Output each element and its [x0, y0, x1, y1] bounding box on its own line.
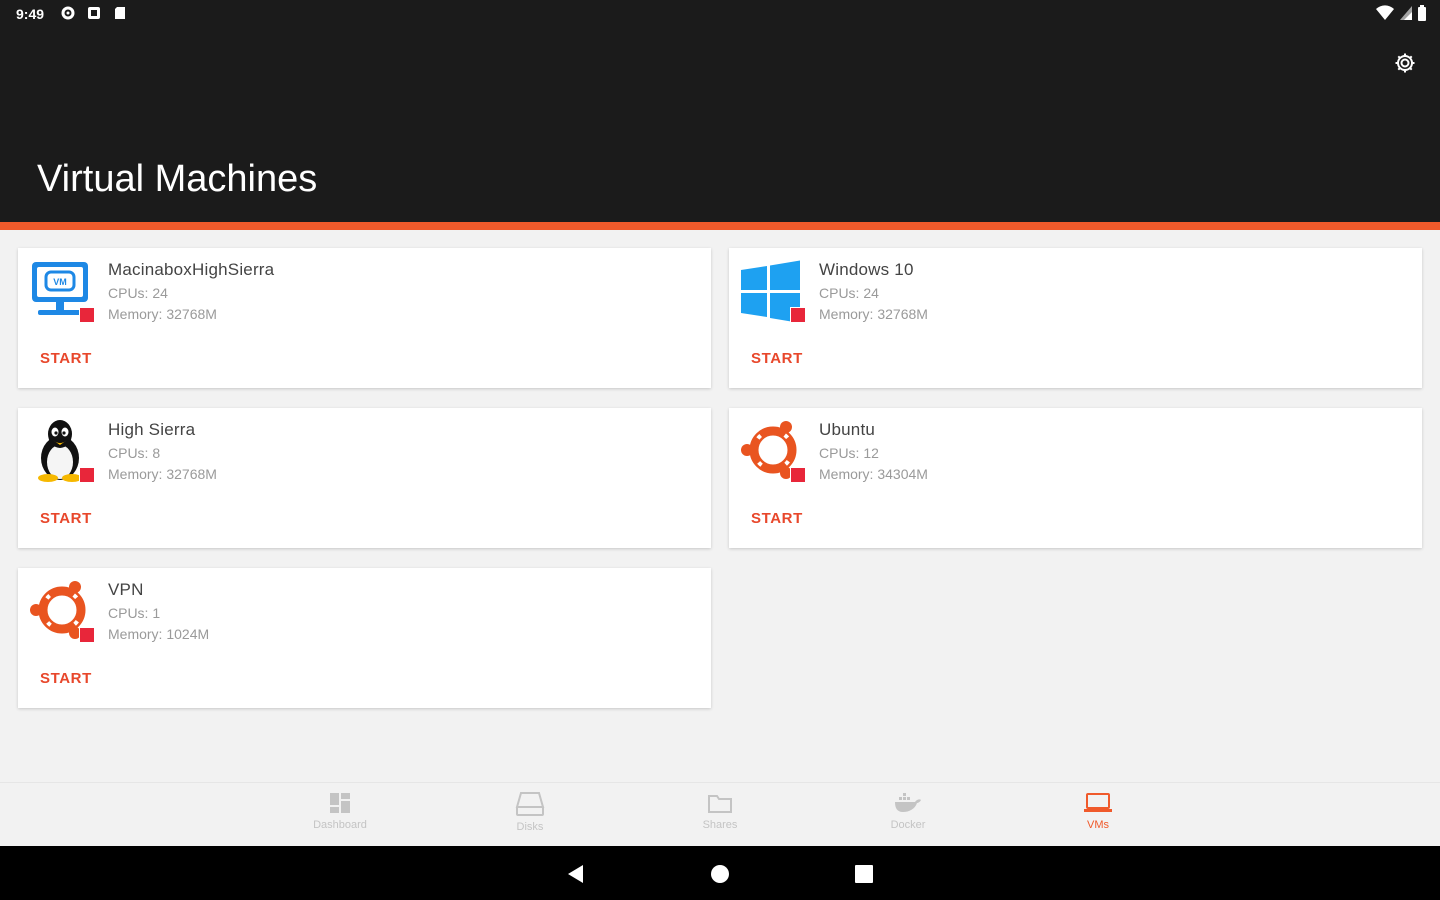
settings-gear-icon — [1395, 53, 1415, 73]
vm-memory: Memory: 32768M — [108, 466, 217, 482]
status-notification-icons — [60, 5, 128, 21]
back-triangle-icon — [568, 865, 583, 883]
vm-card-macinaboxhighsierra[interactable]: VM MacinaboxHighSierra CPUs: 24 Memory: … — [18, 248, 711, 388]
vm-name: High Sierra — [108, 420, 196, 439]
vm-card-vpn[interactable]: VPN CPUs: 1 Memory: 1024M START — [18, 568, 711, 708]
stopped-status-badge — [79, 627, 95, 643]
start-button[interactable]: START — [743, 508, 811, 529]
vm-cpus: CPUs: 12 — [819, 445, 879, 461]
nav-item-disks[interactable]: Disks — [480, 791, 580, 843]
disk-icon — [515, 792, 545, 816]
svg-text:VM: VM — [53, 277, 67, 287]
vm-name: Ubuntu — [819, 420, 876, 439]
start-button[interactable]: START — [743, 348, 811, 369]
vm-cpus: CPUs: 24 — [819, 285, 879, 301]
signal-icon — [1400, 6, 1412, 20]
vm-memory: Memory: 34304M — [819, 466, 928, 482]
nav-label: VMs — [1087, 819, 1109, 831]
vm-card-ubuntu[interactable]: Ubuntu CPUs: 12 Memory: 34304M START — [729, 408, 1422, 548]
vm-cpus: CPUs: 24 — [108, 285, 168, 301]
docker-icon — [895, 793, 921, 812]
vm-card-high-sierra[interactable]: High Sierra CPUs: 8 Memory: 32768M START — [18, 408, 711, 548]
nav-item-dashboard[interactable]: Dashboard — [290, 791, 390, 843]
start-button[interactable]: START — [32, 508, 100, 529]
vm-name: VPN — [108, 580, 144, 599]
stopped-status-badge — [79, 307, 95, 323]
gear-icon — [61, 6, 75, 20]
vm-name: Windows 10 — [819, 260, 914, 279]
nav-label: Disks — [516, 821, 544, 833]
vm-memory: Memory: 32768M — [108, 306, 217, 322]
nav-item-docker[interactable]: Docker — [858, 791, 958, 843]
start-button[interactable]: START — [32, 668, 100, 689]
stopped-status-badge — [79, 467, 95, 483]
app-bar: 9:49 Virtual Machines — [0, 0, 1440, 224]
nav-item-shares[interactable]: Shares — [670, 791, 770, 843]
laptop-icon — [1084, 793, 1112, 812]
home-circle-icon — [711, 865, 729, 883]
system-navigation-bar — [0, 846, 1440, 900]
vm-cpus: CPUs: 1 — [108, 605, 161, 621]
nav-item-vms[interactable]: VMs — [1048, 791, 1148, 843]
vm-name: MacinaboxHighSierra — [108, 260, 275, 279]
vm-memory: Memory: 32768M — [819, 306, 928, 322]
stopped-status-badge — [790, 307, 806, 323]
settings-button[interactable] — [1390, 48, 1420, 78]
bottom-navigation: Dashboard Disks Shares Docker VMs — [0, 782, 1440, 847]
wifi-icon — [1376, 5, 1394, 21]
vm-cpus: CPUs: 8 — [108, 445, 161, 461]
stopped-status-badge — [790, 467, 806, 483]
square-notification-icon — [88, 7, 100, 19]
status-time: 9:49 — [16, 6, 45, 22]
vm-memory: Memory: 1024M — [108, 626, 210, 642]
recents-button[interactable] — [852, 862, 876, 886]
vm-card-windows-10[interactable]: Windows 10 CPUs: 24 Memory: 32768M START — [729, 248, 1422, 388]
sd-card-icon — [115, 7, 125, 19]
accent-divider — [0, 222, 1440, 230]
battery-icon — [1418, 5, 1426, 21]
page-title: Virtual Machines — [37, 158, 318, 200]
folder-icon — [708, 795, 732, 813]
status-system-icons — [1376, 5, 1426, 21]
recents-square-icon — [855, 865, 873, 883]
start-button[interactable]: START — [32, 348, 100, 369]
nav-label: Shares — [702, 819, 738, 831]
dashboard-icon — [330, 793, 350, 813]
home-button[interactable] — [708, 862, 732, 886]
back-button[interactable] — [564, 862, 588, 886]
nav-label: Docker — [890, 819, 926, 831]
nav-label: Dashboard — [313, 819, 367, 831]
